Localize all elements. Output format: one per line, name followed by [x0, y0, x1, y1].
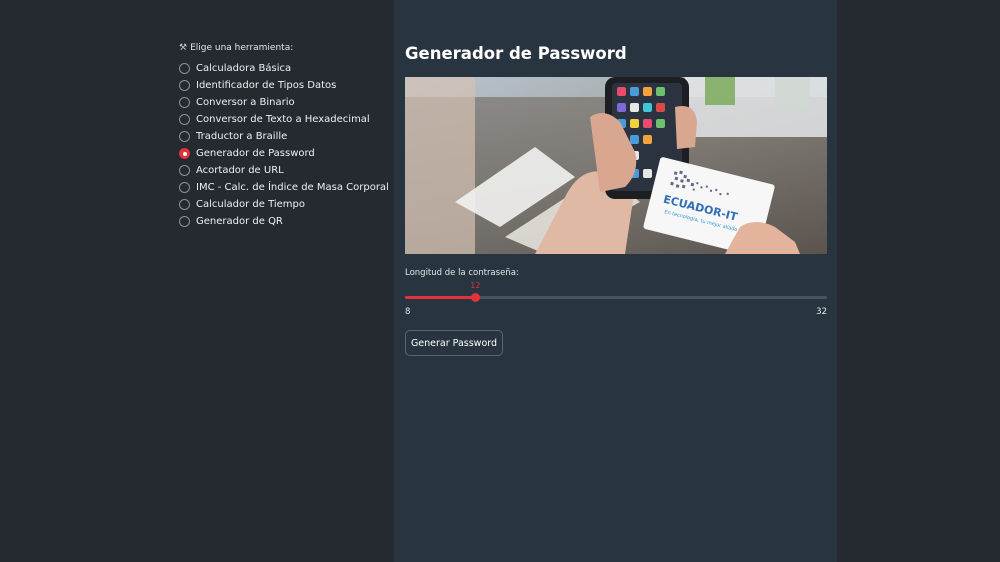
radio-option[interactable]: Conversor de Texto a Hexadecimal: [179, 111, 389, 128]
radio-unselected-icon[interactable]: [179, 63, 190, 74]
tool-radio-group: Calculadora Básica Identificador de Tipos…: [179, 60, 389, 230]
slider-min-label: 8: [405, 307, 411, 317]
password-length-label: Longitud de la contraseña:: [405, 268, 519, 278]
radio-option[interactable]: IMC - Calc. de Índice de Masa Corporal: [179, 179, 389, 196]
radio-option-label: IMC - Calc. de Índice de Masa Corporal: [196, 182, 389, 193]
radio-option-label: Conversor de Texto a Hexadecimal: [196, 114, 370, 125]
radio-option[interactable]: Conversor a Binario: [179, 94, 389, 111]
radio-option[interactable]: Calculadora Básica: [179, 60, 389, 77]
radio-option-label: Acortador de URL: [196, 165, 284, 176]
radio-option[interactable]: Acortador de URL: [179, 162, 389, 179]
radio-unselected-icon[interactable]: [179, 182, 190, 193]
radio-unselected-icon[interactable]: [179, 216, 190, 227]
slider-max-label: 32: [816, 307, 827, 317]
generate-password-button[interactable]: Generar Password: [405, 330, 503, 356]
slider-fill: [405, 296, 476, 299]
radio-unselected-icon[interactable]: [179, 165, 190, 176]
slider-current-value: 12: [470, 281, 481, 290]
radio-selected-icon[interactable]: [179, 148, 190, 159]
page-title: Generador de Password: [405, 44, 627, 63]
radio-option[interactable]: Generador de QR: [179, 213, 389, 230]
slider-thumb[interactable]: [470, 293, 480, 302]
radio-unselected-icon[interactable]: [179, 97, 190, 108]
tool-radio-title: ⚒ Elige una herramienta:: [179, 43, 293, 53]
radio-option[interactable]: Calculador de Tiempo: [179, 196, 389, 213]
radio-option-label: Generador de QR: [196, 216, 283, 227]
hero-image: ECUADOR-IT En tecnología, tu mejor aliad…: [405, 77, 827, 254]
radio-option[interactable]: Generador de Password: [179, 145, 389, 162]
radio-option-label: Generador de Password: [196, 148, 315, 159]
radio-unselected-icon[interactable]: [179, 80, 190, 91]
password-length-slider[interactable]: [405, 293, 827, 302]
tools-icon: ⚒: [179, 43, 188, 53]
radio-unselected-icon[interactable]: [179, 131, 190, 142]
radio-unselected-icon[interactable]: [179, 114, 190, 125]
radio-option-label: Traductor a Braille: [196, 131, 288, 142]
radio-option[interactable]: Identificador de Tipos Datos: [179, 77, 389, 94]
right-margin: [837, 0, 1000, 562]
radio-option-label: Identificador de Tipos Datos: [196, 80, 337, 91]
radio-option[interactable]: Traductor a Braille: [179, 128, 389, 145]
radio-option-label: Calculador de Tiempo: [196, 199, 306, 210]
radio-option-label: Calculadora Básica: [196, 63, 292, 74]
radio-option-label: Conversor a Binario: [196, 97, 295, 108]
radio-title-label: Elige una herramienta:: [190, 43, 294, 53]
radio-unselected-icon[interactable]: [179, 199, 190, 210]
sidebar: ⚒ Elige una herramienta: Calculadora Bás…: [0, 0, 394, 562]
